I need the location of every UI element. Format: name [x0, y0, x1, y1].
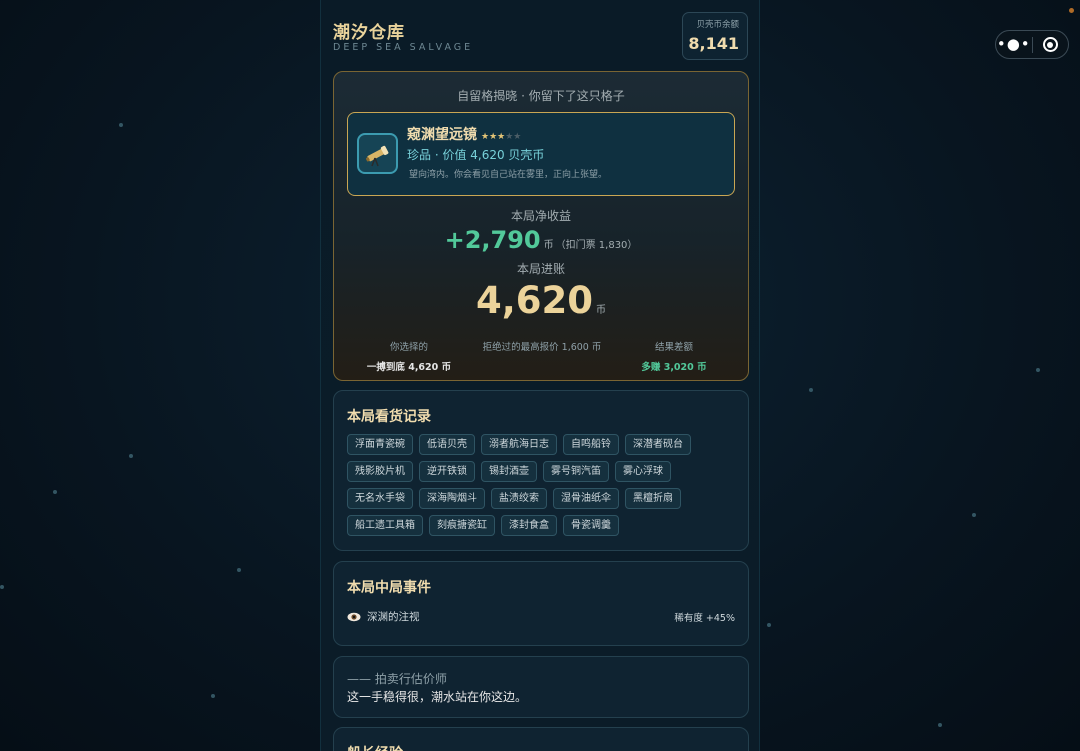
miniprogram-capsule: •●• — [995, 30, 1069, 59]
star-decoration — [1069, 8, 1074, 13]
star-decoration — [938, 723, 942, 727]
inspected-item-tag[interactable]: 深潜者砚台 — [625, 434, 691, 455]
stars-empty: ★★ — [505, 132, 522, 142]
inspected-item-tag[interactable]: 船工遗工具箱 — [347, 515, 423, 536]
star-decoration — [1036, 368, 1040, 372]
inspected-item-tag[interactable]: 锡封酒壶 — [481, 461, 537, 482]
captain-exp-card: 船长经验 — [333, 727, 749, 751]
telescope-icon — [357, 133, 398, 174]
stat-label: 拒绝过的最高报价 1,600 币 — [482, 342, 602, 353]
star-decoration — [972, 513, 976, 517]
app-subtitle: DEEP SEA SALVAGE — [333, 42, 474, 53]
inspection-log-card: 本局看货记录 浮面青瓷碗 低语贝壳 溺者航海日志 自鸣船铃 深潜者砚台残影胶片机 逆开铁锁… — [333, 390, 749, 551]
event-name: 深渊的注视 — [367, 611, 420, 623]
star-decoration — [211, 694, 215, 698]
inspected-item-tag[interactable]: 残影胶片机 — [347, 461, 413, 482]
inspected-item-tag[interactable]: 盐渍绞索 — [491, 488, 547, 509]
inspected-item-tag[interactable]: 溺者航海日志 — [481, 434, 557, 455]
inspected-item-tag[interactable]: 自鸣船铃 — [563, 434, 619, 455]
income-label: 本局进账 — [516, 262, 565, 276]
star-decoration — [119, 123, 123, 127]
stars-filled: ★★★ — [481, 132, 506, 142]
quote-speaker: —— 拍卖行估价师 — [347, 672, 447, 686]
midgame-events-card: 本局中局事件 深渊的注视 稀有度 +45% — [333, 561, 749, 646]
stat-result-diff: 结果差额 多赚 3,020 币 — [624, 339, 724, 373]
event-rarity: 稀有度 +45% — [674, 612, 735, 624]
star-decoration — [53, 490, 57, 494]
inspected-item-tag[interactable]: 湿骨油纸伞 — [553, 488, 619, 509]
inspected-item-tag[interactable]: 逆开铁锁 — [419, 461, 475, 482]
event-item: 深渊的注视 稀有度 +45% — [347, 609, 735, 624]
star-decoration — [237, 568, 241, 572]
net-profit-row: +2,790 币（扣门票 1,830） — [334, 226, 748, 254]
balance-label: 贝壳币余额 — [696, 20, 739, 30]
net-profit-unit: 币 — [543, 240, 554, 251]
inspected-item-tag[interactable]: 漆封食盒 — [501, 515, 557, 536]
inspected-item-tag[interactable]: 刻痕搪瓷缸 — [429, 515, 495, 536]
item-description: 望向湾内。你会看见自己站在雾里，正向上张望。 — [409, 170, 608, 180]
star-decoration — [0, 585, 4, 589]
star-decoration — [767, 623, 771, 627]
net-profit-value: +2,790 — [444, 226, 541, 254]
eye-icon — [347, 612, 361, 621]
inspected-item-tag[interactable]: 浮面青瓷碗 — [347, 434, 413, 455]
star-decoration — [809, 388, 813, 392]
reveal-heading: 自留格揭晓 · 你留下了这只格子 — [457, 89, 625, 103]
app-header: 潮汐仓库 DEEP SEA SALVAGE 贝壳币余额 8,141 — [321, 0, 759, 66]
quote-text: 这一手稳得很，潮水站在你这边。 — [347, 690, 528, 704]
star-decoration — [129, 454, 133, 458]
item-meta: 珍品 · 价值 4,620 贝壳币 — [407, 148, 545, 162]
stat-value: 多赚 3,020 币 — [641, 362, 707, 373]
net-profit-label: 本局净收益 — [510, 209, 571, 223]
inspected-item-tag[interactable]: 黑檀折扇 — [625, 488, 681, 509]
inspected-item-tag[interactable]: 雾号铜汽笛 — [543, 461, 609, 482]
app-title: 潮汐仓库 — [333, 23, 405, 43]
stat-value: 一搏到底 4,620 币 — [366, 362, 452, 373]
stat-label: 结果差额 — [654, 342, 693, 353]
captain-exp-title: 船长经验 — [347, 743, 403, 751]
item-name-text: 窥渊望远镜 — [407, 127, 477, 143]
rarity-stars-icon: ★★★★★ — [481, 132, 521, 142]
app-viewport: 潮汐仓库 DEEP SEA SALVAGE 贝壳币余额 8,141 自留格揭晓 … — [320, 0, 760, 751]
inspected-item-tag[interactable]: 低语贝壳 — [419, 434, 475, 455]
close-target-icon[interactable] — [1032, 37, 1068, 52]
more-icon[interactable]: •●• — [996, 37, 1032, 52]
inspection-log-title: 本局看货记录 — [347, 409, 431, 425]
balance-badge[interactable]: 贝壳币余额 8,141 — [682, 12, 748, 60]
appraiser-quote-card: —— 拍卖行估价师 这一手稳得很，潮水站在你这边。 — [333, 656, 749, 718]
stat-your-choice: 你选择的 一搏到底 4,620 币 — [354, 339, 464, 373]
revealed-item[interactable]: 窥渊望远镜 ★★★★★ 珍品 · 价值 4,620 贝壳币 望向湾内。你会看见自己… — [347, 112, 735, 196]
income-row: 4,620 币 — [334, 279, 748, 322]
stat-label: 你选择的 — [389, 342, 428, 353]
item-name: 窥渊望远镜 ★★★★★ — [407, 124, 521, 144]
income-unit: 币 — [596, 305, 607, 316]
balance-value: 8,141 — [688, 34, 739, 53]
ticket-deduction-note: （扣门票 1,830） — [555, 240, 638, 251]
inspected-item-tag[interactable]: 雾心浮球 — [615, 461, 671, 482]
inspected-item-tag[interactable]: 无名水手袋 — [347, 488, 413, 509]
stat-rejected-offer: 拒绝过的最高报价 1,600 币 — [469, 339, 615, 359]
inspected-item-tag[interactable]: 深海陶烟斗 — [419, 488, 485, 509]
income-value: 4,620 — [475, 279, 594, 322]
result-card: 自留格揭晓 · 你留下了这只格子 窥渊望远镜 ★★★★★ 珍品 · 价值 4,62… — [333, 71, 749, 381]
events-title: 本局中局事件 — [347, 580, 431, 596]
inspected-item-tag[interactable]: 骨瓷调羹 — [563, 515, 619, 536]
inspection-tag-list: 浮面青瓷碗 低语贝壳 溺者航海日志 自鸣船铃 深潜者砚台残影胶片机 逆开铁锁 锡封酒壶 雾号铜… — [347, 434, 742, 536]
